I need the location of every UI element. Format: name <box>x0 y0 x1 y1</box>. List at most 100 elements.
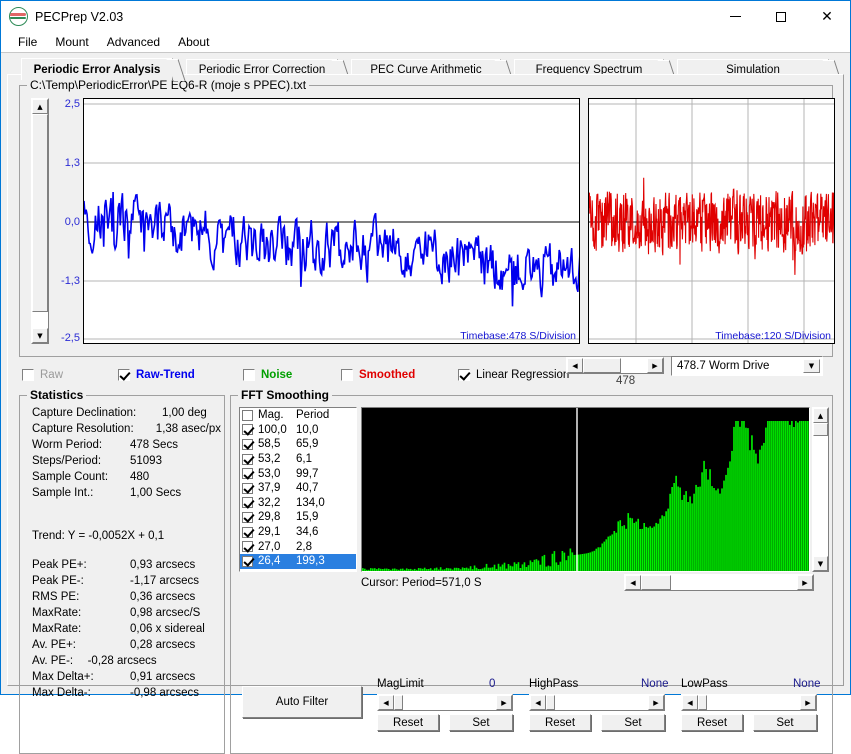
column-header-period: Period <box>296 409 330 422</box>
stat-value: 0,98 arcsec/S <box>130 607 201 619</box>
fft-period: 15,9 <box>296 511 319 524</box>
chevron-down-icon[interactable]: ▼ <box>803 359 820 373</box>
minimize-icon <box>729 16 741 17</box>
period-scrollbar[interactable]: ◀ ▶ <box>566 357 664 374</box>
scroll-thumb[interactable] <box>583 358 621 373</box>
filter-reset-button[interactable]: Reset <box>377 714 439 731</box>
checkbox-box[interactable] <box>243 369 255 381</box>
scroll-up-button[interactable]: ▲ <box>32 99 48 114</box>
menu-item-mount[interactable]: Mount <box>46 34 97 50</box>
scroll-left-button[interactable]: ◀ <box>530 695 546 710</box>
spectrum-horizontal-scrollbar[interactable]: ◀ ▶ <box>624 574 814 591</box>
scroll-right-button[interactable]: ▶ <box>797 575 813 590</box>
fft-list-item[interactable]: 27,0 2,8 <box>240 539 356 554</box>
fft-peaks-list[interactable]: Mag. Period 100,0 10,0 58,5 65,9 53,2 6,1 53,0… <box>239 407 357 572</box>
checkbox-raw[interactable]: Raw <box>22 369 63 381</box>
minimize-button[interactable] <box>712 1 758 32</box>
spectrum-vertical-scrollbar[interactable]: ▲ ▼ <box>812 407 829 572</box>
fft-list-item[interactable]: 26,4 199,3 <box>240 553 356 569</box>
fft-magnitude: 32,2 <box>258 496 281 509</box>
fft-spectrum-plot[interactable] <box>361 407 810 572</box>
fft-list-item[interactable]: 58,5 65,9 <box>240 437 356 452</box>
scroll-left-button[interactable]: ◀ <box>378 695 394 710</box>
fft-magnitude: 58,5 <box>258 438 281 451</box>
fft-list-item[interactable]: 100,0 10,0 <box>240 423 356 438</box>
checkbox-box[interactable] <box>22 369 34 381</box>
fft-row-checkbox[interactable] <box>242 468 253 480</box>
checkbox-box[interactable] <box>118 369 130 381</box>
menu-item-file[interactable]: File <box>9 34 46 50</box>
checkbox-label: Noise <box>261 369 293 381</box>
checkbox-noise[interactable]: Noise <box>243 369 292 381</box>
stat-label: Peak PE+: <box>32 559 87 571</box>
fft-row-checkbox[interactable] <box>242 541 253 553</box>
filter-name: MagLimit <box>377 678 424 690</box>
scroll-left-button[interactable]: ◀ <box>625 575 641 590</box>
fft-list-item[interactable]: 37,9 40,7 <box>240 481 356 496</box>
fft-row-checkbox[interactable] <box>242 482 253 494</box>
fft-list-item[interactable]: 29,8 15,9 <box>240 510 356 525</box>
scroll-left-button[interactable]: ◀ <box>567 358 583 373</box>
worm-drive-combobox[interactable]: 478.7 Worm Drive ▼ <box>671 356 823 376</box>
scroll-up-button[interactable]: ▲ <box>813 408 828 423</box>
fft-row-checkbox[interactable] <box>242 453 253 465</box>
auto-filter-button[interactable]: Auto Filter <box>242 686 362 718</box>
scroll-thumb[interactable] <box>813 423 828 436</box>
fft-row-checkbox[interactable] <box>242 438 253 450</box>
filter-set-button[interactable]: Set <box>753 714 817 731</box>
raw-trend-plot[interactable]: Timebase:478 S/Division <box>83 98 580 344</box>
checkbox-box[interactable] <box>458 369 470 381</box>
filter-scrollbar[interactable]: ◀ ▶ <box>377 694 513 711</box>
scroll-thumb[interactable] <box>394 695 403 710</box>
menu-item-about[interactable]: About <box>169 34 218 50</box>
close-button[interactable]: ✕ <box>804 1 850 32</box>
fft-magnitude: 37,9 <box>258 482 281 495</box>
checkbox-linear-regression[interactable]: Linear Regression <box>458 369 569 381</box>
fft-list-item[interactable]: 29,1 34,6 <box>240 525 356 540</box>
capture-plot-group: C:\Temp\PeriodicError\PE EQ6-R (moje s P… <box>19 78 835 357</box>
raw-trend-svg <box>84 103 579 340</box>
fft-row-checkbox[interactable] <box>242 424 253 436</box>
left-timebase-label: Timebase:478 S/Division <box>460 330 576 342</box>
maximize-button[interactable] <box>758 1 804 32</box>
fft-period: 40,7 <box>296 482 319 495</box>
scroll-thumb[interactable] <box>546 695 555 710</box>
tab-periodic-error-analysis[interactable]: Periodic Error Analysis <box>21 58 186 81</box>
scroll-thumb[interactable] <box>641 575 671 590</box>
filter-scrollbar[interactable]: ◀ ▶ <box>529 694 665 711</box>
scroll-down-button[interactable]: ▼ <box>813 556 828 571</box>
filter-set-button[interactable]: Set <box>601 714 665 731</box>
tab-skew <box>166 59 186 81</box>
filter-scrollbar[interactable]: ◀ ▶ <box>681 694 817 711</box>
checkbox-box[interactable] <box>341 369 353 381</box>
smoothed-plot[interactable]: Timebase:120 S/Division <box>588 98 835 344</box>
stat-value: 1,38 asec/px <box>155 423 222 435</box>
select-all-checkbox[interactable] <box>242 409 253 421</box>
fft-row-checkbox[interactable] <box>242 555 253 567</box>
fft-list-item[interactable]: 53,0 99,7 <box>240 466 356 481</box>
vertical-zoom-scrollbar[interactable]: ▲ ▼ <box>31 98 49 344</box>
checkbox-raw-trend[interactable]: Raw-Trend <box>118 369 195 381</box>
stat-label: Av. PE-: <box>32 655 74 667</box>
scroll-thumb[interactable] <box>698 695 707 710</box>
fft-row-checkbox[interactable] <box>242 511 253 523</box>
fft-row-checkbox[interactable] <box>242 526 253 538</box>
fft-row-checkbox[interactable] <box>242 497 253 509</box>
scroll-right-button[interactable]: ▶ <box>496 695 512 710</box>
checkbox-smoothed[interactable]: Smoothed <box>341 369 415 381</box>
fft-list-item[interactable]: 53,2 6,1 <box>240 452 356 467</box>
filter-reset-button[interactable]: Reset <box>681 714 743 731</box>
scroll-right-button[interactable]: ▶ <box>647 358 663 373</box>
scroll-left-button[interactable]: ◀ <box>682 695 698 710</box>
scroll-down-button[interactable]: ▼ <box>32 328 48 343</box>
filter-value: None <box>641 678 669 690</box>
menu-item-advanced[interactable]: Advanced <box>98 34 169 50</box>
scroll-right-button[interactable]: ▶ <box>648 695 664 710</box>
stat-label: Max Delta-: <box>32 687 91 699</box>
filter-reset-button[interactable]: Reset <box>529 714 591 731</box>
fft-list-item[interactable]: 32,2 134,0 <box>240 496 356 511</box>
scroll-thumb[interactable] <box>32 114 48 312</box>
scroll-right-button[interactable]: ▶ <box>800 695 816 710</box>
period-scroll-value: 478 <box>616 375 636 387</box>
filter-set-button[interactable]: Set <box>449 714 513 731</box>
